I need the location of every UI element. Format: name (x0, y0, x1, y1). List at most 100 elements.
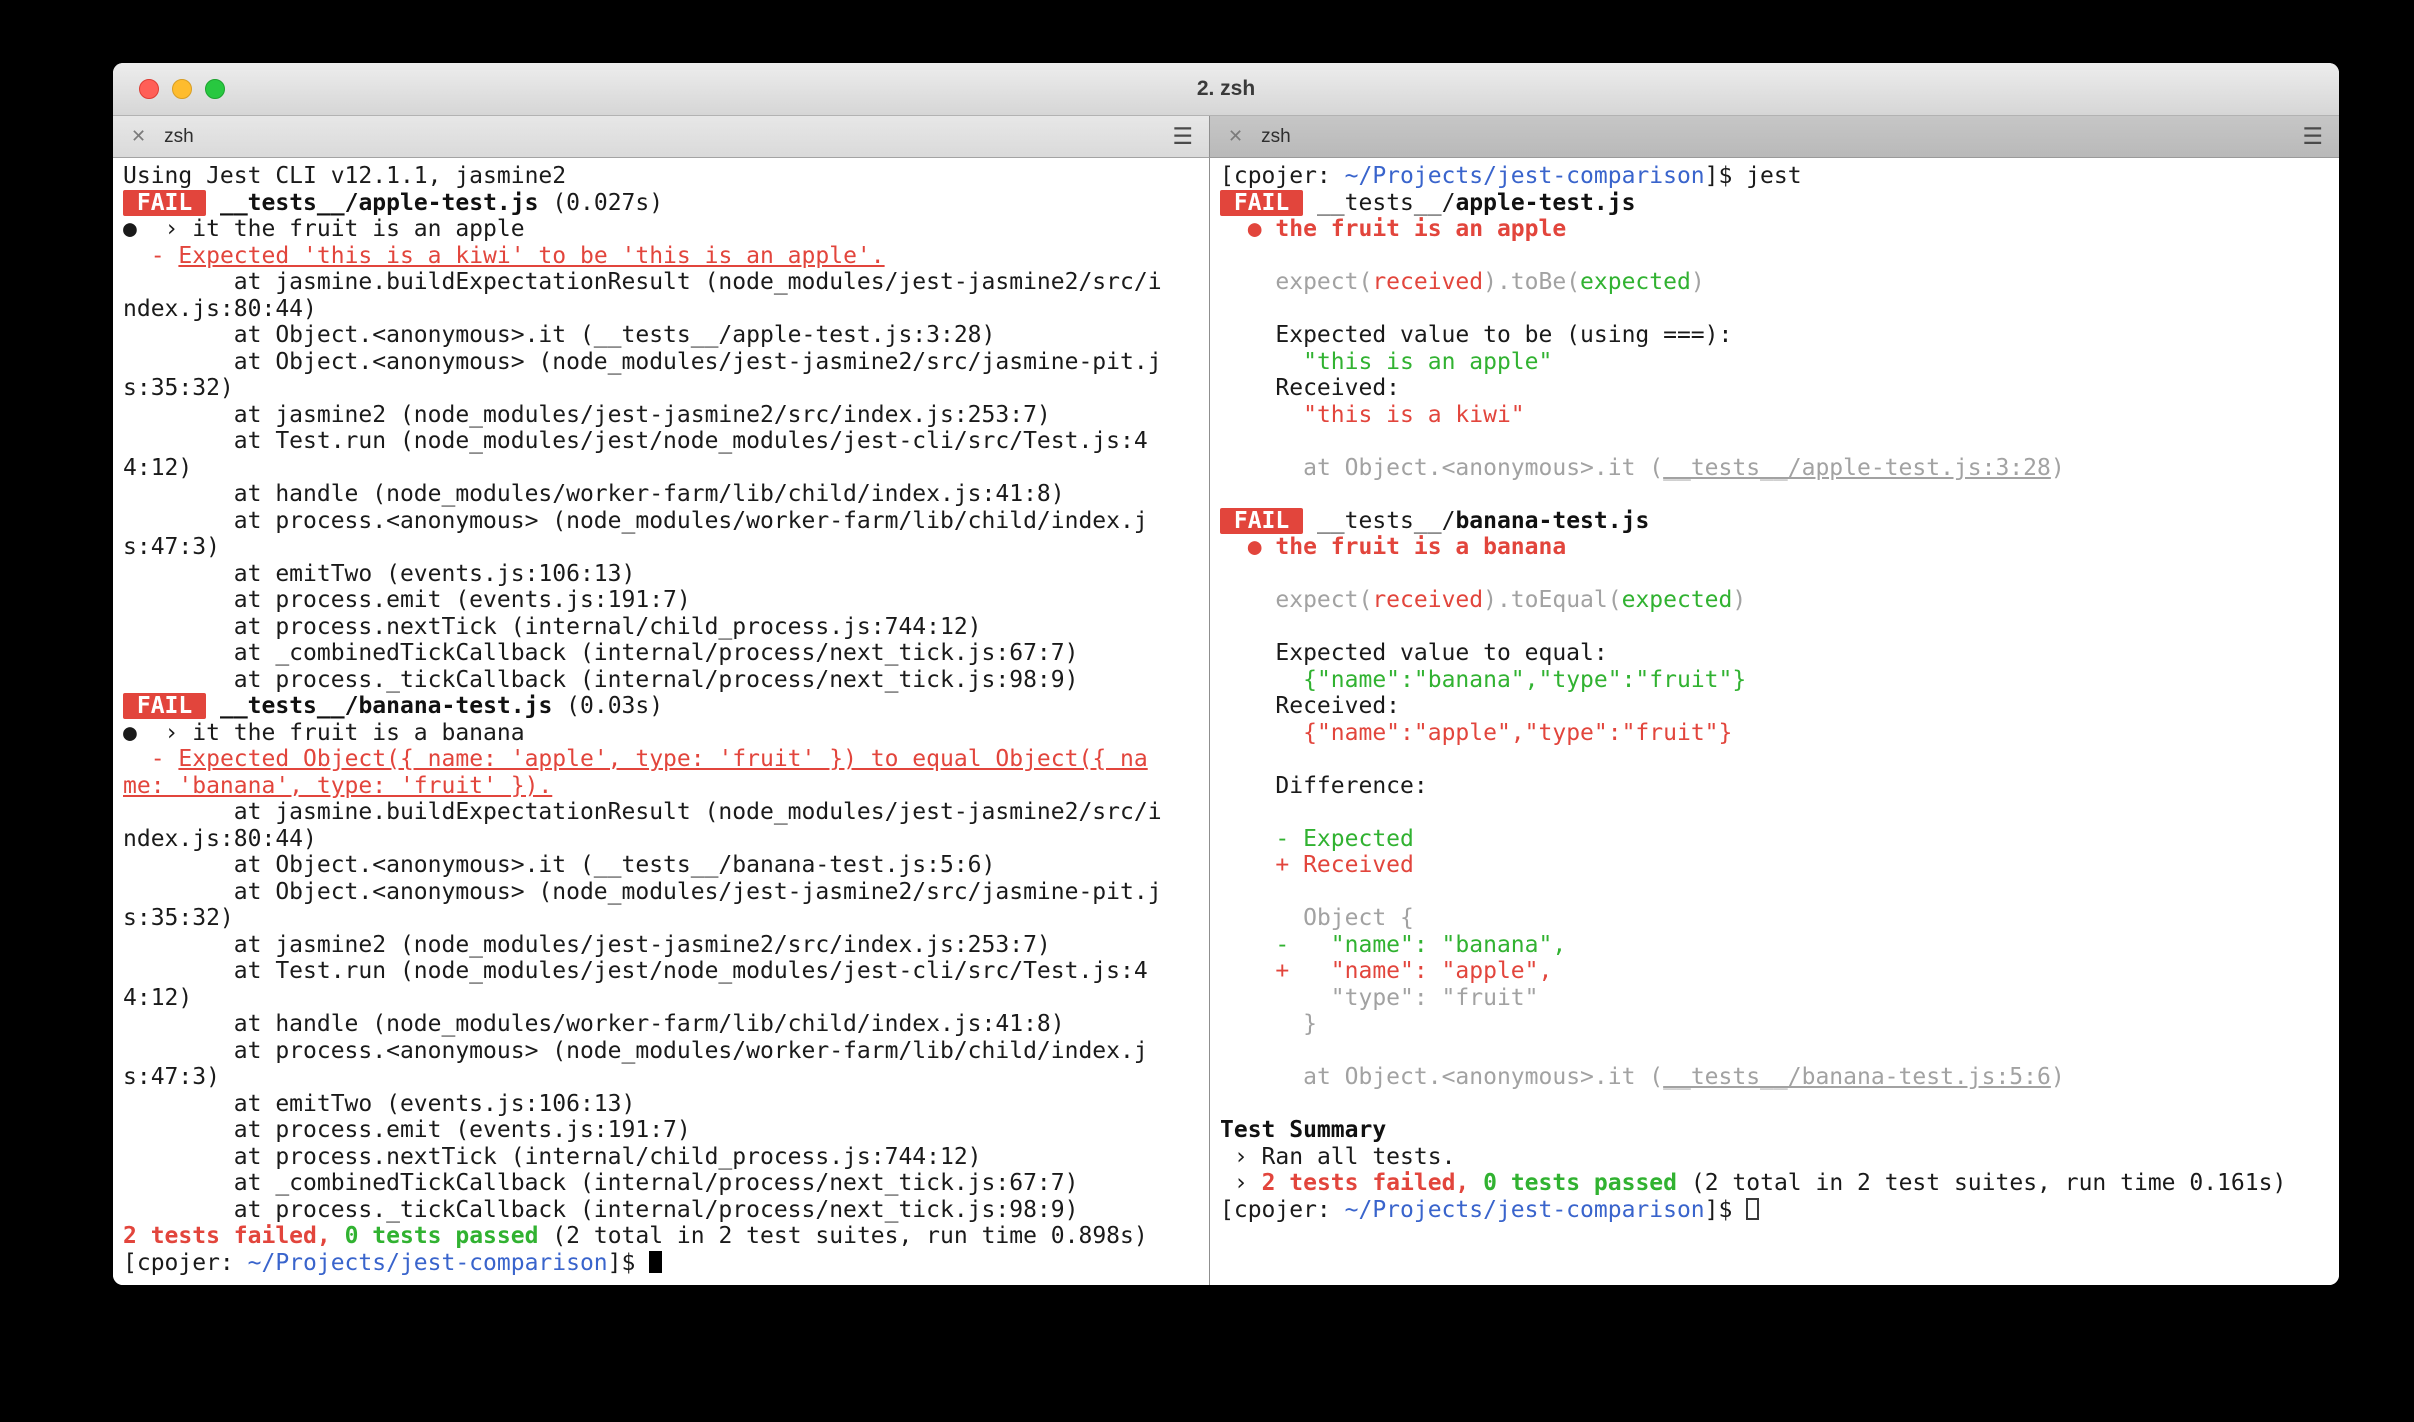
text-segment: Difference: (1220, 772, 1428, 799)
terminal-line: at jasmine2 (node_modules/jest-jasmine2/… (123, 402, 1162, 429)
text-segment: __tests__/ (1303, 189, 1456, 216)
tab-bar-right[interactable]: ✕ zsh ☰ (1210, 116, 2339, 158)
split-content: Using Jest CLI v12.1.1, jasmine2 FAIL __… (113, 158, 2339, 1285)
tab-bar-left[interactable]: ✕ zsh ☰ (113, 116, 1210, 158)
terminal-line: Received: (1220, 693, 2328, 720)
terminal-line: - Expected (1220, 826, 2328, 853)
terminal-line: at process.emit (events.js:191:7) (123, 587, 1162, 614)
terminal-line: Expected value to be (using ===): (1220, 322, 2328, 349)
text-segment: {"name":"apple","type":"fruit"} (1220, 719, 1733, 746)
terminal-line: + "name": "apple", (1220, 958, 2328, 985)
text-segment: __tests__/ (1303, 507, 1456, 534)
text-segment: (2 total in 2 test suites, run time 0.89… (538, 1223, 1148, 1249)
terminal-left-body: Using Jest CLI v12.1.1, jasmine2 FAIL __… (123, 163, 1209, 1276)
text-segment: › (1220, 1170, 1262, 1196)
terminal-line: at _combinedTickCallback (internal/proce… (123, 1170, 1162, 1197)
terminal-line: at process.<anonymous> (node_modules/wor… (123, 1038, 1162, 1091)
text-segment: expect( (1220, 587, 1373, 613)
text-segment: ).toEqual( (1483, 587, 1622, 613)
text-segment: + "name": "apple", (1220, 958, 1553, 984)
text-segment: Received: (1220, 693, 1401, 719)
text-segment: at Object.<anonymous>.it (__tests__/appl… (123, 322, 996, 348)
terminal-line: [cpojer: ~/Projects/jest-comparison]$ (1220, 1197, 2328, 1224)
terminal-pane-left[interactable]: Using Jest CLI v12.1.1, jasmine2 FAIL __… (113, 158, 1210, 1285)
text-segment: [cpojer: (1220, 1196, 1345, 1223)
close-tab-icon[interactable]: ✕ (131, 126, 146, 147)
text-segment: "type": "fruit" (1220, 984, 1539, 1011)
text-segment (331, 1223, 345, 1249)
text-segment: at Test.run (node_modules/jest/node_modu… (123, 958, 1148, 1011)
text-segment: at jasmine2 (node_modules/jest-jasmine2/… (123, 931, 1051, 958)
text-segment: + Received (1220, 852, 1414, 878)
terminal-line: [cpojer: ~/Projects/jest-comparison]$ je… (1220, 163, 2328, 190)
text-segment: 0 tests passed (344, 1223, 539, 1249)
text-segment: __tests__/banana-test.js (219, 693, 553, 719)
hamburger-menu-icon[interactable]: ☰ (1172, 124, 1193, 150)
text-segment: at _combinedTickCallback (internal/proce… (123, 1170, 1079, 1196)
close-window-button[interactable] (139, 79, 159, 99)
text-segment: expected (1621, 587, 1733, 613)
text-segment: ~/Projects/jest-comparison (1344, 1196, 1705, 1223)
terminal-line: at emitTwo (events.js:106:13) (123, 1091, 1162, 1118)
text-segment: Expected value to be (using ===): (1220, 322, 1733, 348)
terminal-line: ● › it the fruit is a banana (123, 720, 1162, 747)
text-segment: Expected value to equal: (1220, 640, 1608, 666)
text-segment: at emitTwo (events.js:106:13) (123, 560, 636, 587)
terminal-line: at Object.<anonymous> (node_modules/jest… (123, 879, 1162, 932)
text-segment: ) (2050, 454, 2065, 481)
close-tab-icon[interactable]: ✕ (1228, 126, 1243, 147)
tab-label-left: zsh (164, 125, 194, 147)
text-segment: FAIL (123, 693, 207, 719)
text-segment: › Ran all tests. (1220, 1143, 1456, 1170)
terminal-line: ● › it the fruit is an apple (123, 216, 1162, 243)
terminal-line: "this is an apple" (1220, 349, 2328, 376)
text-segment: at _combinedTickCallback (internal/proce… (123, 640, 1079, 666)
terminal-line: - "name": "banana", (1220, 932, 2328, 959)
tab-row: ✕ zsh ☰ ✕ zsh ☰ (113, 116, 2339, 158)
terminal-line: at handle (node_modules/worker-farm/lib/… (123, 1011, 1162, 1038)
terminal-pane-right[interactable]: [cpojer: ~/Projects/jest-comparison]$ je… (1210, 158, 2339, 1285)
text-segment: {"name":"banana","type":"fruit"} (1220, 666, 1747, 693)
text-segment: at handle (node_modules/worker-farm/lib/… (123, 481, 1065, 507)
text-segment: Using Jest CLI v12.1.1, jasmine2 (123, 163, 567, 189)
terminal-line: Object { (1220, 905, 2328, 932)
terminal-line: at Object.<anonymous>.it (__tests__/bana… (1220, 1064, 2328, 1091)
text-segment: received (1372, 587, 1484, 613)
text-segment: 0 tests passed (1483, 1170, 1678, 1196)
terminal-line: FAIL __tests__/apple-test.js (0.027s) (123, 189, 1162, 217)
text-segment: [cpojer: (123, 1249, 248, 1276)
terminal-line: } (1220, 1011, 2328, 1038)
text-segment: (2 total in 2 test suites, run time 0.16… (1677, 1170, 2287, 1196)
text-segment: } (1220, 1011, 1317, 1037)
terminal-line: expect(received).toEqual(expected) (1220, 587, 2328, 614)
text-segment: at Object.<anonymous> (node_modules/jest… (123, 878, 1162, 932)
text-segment: at process.<anonymous> (node_modules/wor… (123, 1037, 1148, 1091)
terminal-line: at emitTwo (events.js:106:13) (123, 561, 1162, 588)
minimize-window-button[interactable] (172, 79, 192, 99)
text-segment: at handle (node_modules/worker-farm/lib/… (123, 1011, 1065, 1037)
text-segment: ]$ (607, 1249, 650, 1276)
window-titlebar[interactable]: 2. zsh (113, 63, 2339, 116)
hamburger-menu-icon[interactable]: ☰ (2302, 124, 2323, 150)
terminal-line: at Object.<anonymous>.it (__tests__/bana… (123, 852, 1162, 879)
zoom-window-button[interactable] (205, 79, 225, 99)
text-segment: at jasmine.buildExpectationResult (node_… (123, 269, 1162, 322)
text-segment: at Test.run (node_modules/jest/node_modu… (123, 428, 1148, 481)
text-segment: at process._tickCallback (internal/proce… (123, 1196, 1079, 1223)
terminal-line: ● the fruit is a banana (1220, 534, 2328, 561)
text-segment: ~/Projects/jest-comparison (1344, 163, 1705, 189)
text-segment: at jasmine.buildExpectationResult (node_… (123, 799, 1162, 852)
terminal-line: at Test.run (node_modules/jest/node_modu… (123, 428, 1162, 481)
text-segment: expected (1580, 269, 1691, 295)
text-segment: ~/Projects/jest-comparison (247, 1249, 608, 1276)
text-segment: ]$ jest (1704, 163, 1802, 189)
text-segment: Expected 'this is a kiwi' to be 'this is… (178, 242, 885, 269)
terminal-window: 2. zsh ✕ zsh ☰ ✕ zsh ☰ Using Jest CLI v1… (113, 63, 2339, 1285)
text-segment: "this is an apple" (1220, 348, 1553, 375)
cursor-outline (1746, 1197, 1760, 1220)
